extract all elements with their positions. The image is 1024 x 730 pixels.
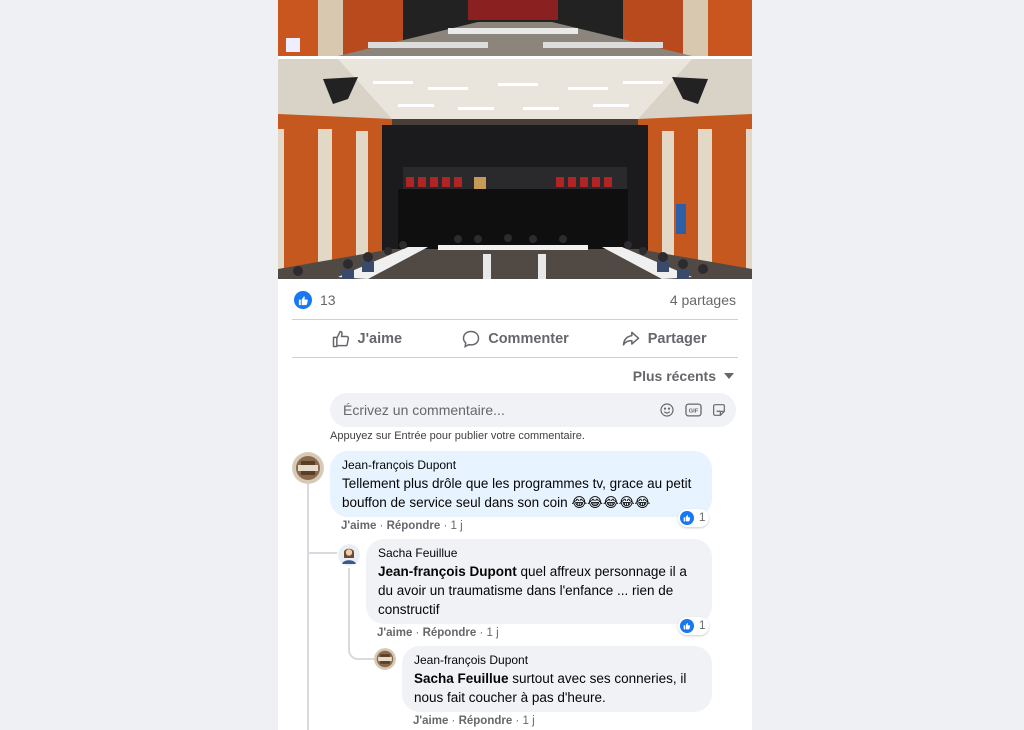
thread-line-reply (348, 568, 350, 646)
share-count[interactable]: 4 partages (670, 292, 736, 308)
share-button-label: Partager (647, 331, 707, 347)
avatar[interactable] (374, 648, 396, 670)
comment-reply-link[interactable]: Répondre (459, 715, 513, 727)
post-photo-top[interactable] (278, 0, 752, 56)
comment-text: Tellement plus drôle que les programmes … (342, 476, 692, 510)
comment-input[interactable] (341, 401, 645, 419)
comment-reaction-count: 1 (699, 512, 706, 524)
comment-author[interactable]: Jean-françois Dupont (342, 458, 700, 472)
like-reaction-icon[interactable] (294, 291, 312, 309)
divider-top (292, 319, 738, 320)
comment-reply-link[interactable]: Répondre (387, 520, 441, 532)
avatar[interactable] (292, 452, 324, 484)
svg-text:GIF: GIF (688, 409, 698, 415)
thread-line-root (307, 484, 309, 730)
thread-connector-2 (348, 640, 374, 660)
comment-button[interactable]: Commenter (441, 322, 590, 356)
comment-reaction-count: 1 (699, 620, 706, 632)
comment-reactions[interactable]: 1 (678, 617, 710, 635)
comment-time[interactable]: 1 j (522, 715, 534, 727)
comment-like-link[interactable]: J'aime (413, 715, 448, 727)
comment-like-link[interactable]: J'aime (341, 520, 376, 532)
comment-sort-label: Plus récents (632, 368, 716, 384)
thread-connector-1 (307, 530, 337, 554)
comment-meta: J'aime · Répondre · 1 j (341, 520, 463, 532)
like-button-label: J'aime (357, 331, 403, 347)
post-card: 13 4 partages J'aime Commenter Partager … (278, 0, 752, 730)
like-reaction-icon (680, 511, 694, 525)
sticker-icon[interactable] (710, 401, 728, 419)
post-actions: J'aime Commenter Partager (292, 322, 738, 356)
mention-link[interactable]: Sacha Feuillue (414, 671, 509, 686)
gif-icon[interactable]: GIF (684, 401, 702, 419)
reply-bubble: Sacha Feuillue Jean-françois Dupont quel… (366, 539, 712, 624)
comment-author[interactable]: Sacha Feuillue (378, 546, 700, 560)
comment-reactions[interactable]: 1 (678, 509, 710, 527)
divider-bottom (292, 357, 738, 358)
caret-down-icon (724, 373, 734, 379)
like-button[interactable]: J'aime (292, 322, 441, 356)
emoji-icon[interactable] (658, 401, 676, 419)
share-arrow-icon (622, 331, 639, 346)
share-button[interactable]: Partager (589, 322, 738, 356)
comment-meta: J'aime · Répondre · 1 j (377, 627, 499, 639)
comment-time[interactable]: 1 j (450, 520, 462, 532)
comment-time[interactable]: 1 j (486, 627, 498, 639)
comment-bubble: Jean-françois Dupont Tellement plus drôl… (330, 451, 712, 517)
comment-sort-dropdown[interactable]: Plus récents (633, 368, 734, 384)
post-reactions-row: 13 4 partages (294, 289, 736, 311)
reaction-count[interactable]: 13 (320, 292, 336, 308)
reply-bubble: Jean-françois Dupont Sacha Feuillue surt… (402, 646, 712, 712)
avatar[interactable] (338, 544, 360, 566)
post-photo-main[interactable] (278, 59, 752, 279)
composer-hint: Appuyez sur Entrée pour publier votre co… (330, 430, 585, 442)
comment-text: Sacha Feuillue surtout avec ses connerie… (414, 669, 700, 707)
composer-tools: GIF (658, 401, 728, 419)
comment-like-link[interactable]: J'aime (377, 627, 412, 639)
comment-author[interactable]: Jean-françois Dupont (414, 653, 700, 667)
comment-text: Jean-françois Dupont quel affreux person… (378, 562, 700, 619)
comment-composer: GIF (330, 393, 736, 427)
comment-button-label: Commenter (488, 331, 569, 347)
like-reaction-icon (680, 619, 694, 633)
comment-reply-link[interactable]: Répondre (423, 627, 477, 639)
thumbs-up-icon (332, 330, 349, 348)
comment-meta: J'aime · Répondre · 1 j (413, 715, 535, 727)
mention-link[interactable]: Jean-françois Dupont (378, 564, 517, 579)
comment-bubble-icon (462, 330, 480, 348)
